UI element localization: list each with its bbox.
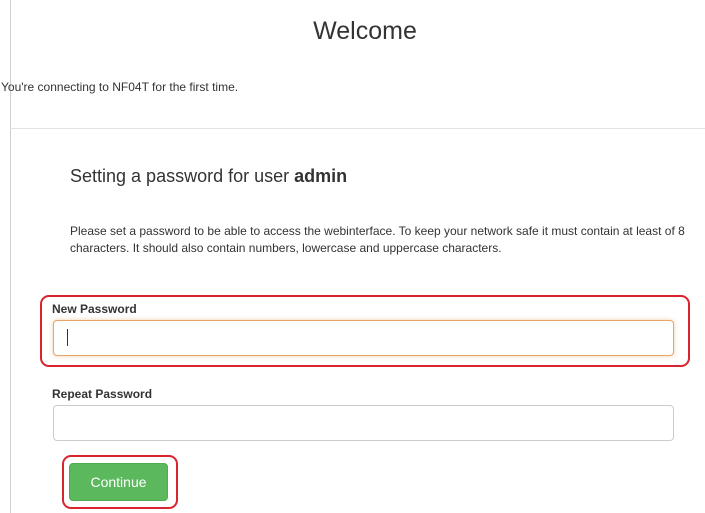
repeat-password-label: Repeat Password: [52, 387, 153, 401]
new-password-label: New Password: [52, 302, 137, 316]
section-heading: Setting a password for user admin: [70, 166, 347, 187]
new-password-input[interactable]: [53, 320, 674, 356]
section-heading-text: Setting a password for user: [70, 166, 295, 186]
page-left-border: [10, 0, 11, 513]
password-requirements-text: Please set a password to be able to acce…: [70, 224, 685, 255]
repeat-password-input[interactable]: [53, 405, 674, 441]
section-divider: [10, 128, 705, 129]
page-title: Welcome: [313, 17, 417, 45]
section-heading-user: admin: [294, 166, 348, 186]
intro-text: You're connecting to NF04T for the first…: [1, 80, 239, 94]
text-caret: [67, 329, 68, 346]
continue-button[interactable]: Continue: [69, 463, 168, 501]
page: Welcome You're connecting to NF04T for t…: [0, 0, 705, 513]
